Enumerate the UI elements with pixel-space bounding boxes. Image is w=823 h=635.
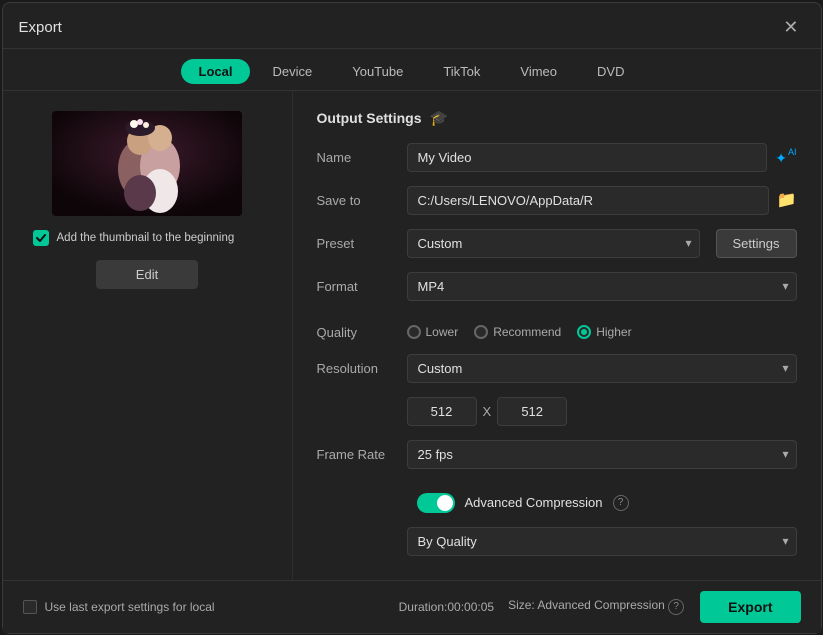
- quality-recommend-label: Recommend: [493, 325, 561, 339]
- tab-vimeo[interactable]: Vimeo: [502, 59, 575, 84]
- quality-recommend-radio[interactable]: [474, 325, 488, 339]
- resolution-width-input[interactable]: [407, 397, 477, 426]
- settings-button[interactable]: Settings: [716, 229, 797, 258]
- preset-control: Custom Settings: [407, 229, 797, 258]
- quality-recommend[interactable]: Recommend: [474, 325, 561, 339]
- resolution-values-row: X: [317, 397, 797, 426]
- quality-radio-group: Lower Recommend Higher: [407, 325, 632, 339]
- resolution-select-wrapper: Custom: [407, 354, 797, 383]
- frame-rate-select-wrapper: 25 fps: [407, 440, 797, 469]
- quality-lower[interactable]: Lower: [407, 325, 459, 339]
- tab-local[interactable]: Local: [181, 59, 251, 84]
- resolution-control: Custom: [407, 354, 797, 383]
- duration-text: Duration:00:00:05: [399, 600, 494, 614]
- tab-youtube[interactable]: YouTube: [334, 59, 421, 84]
- resolution-height-input[interactable]: [497, 397, 567, 426]
- by-quality-select[interactable]: By Quality: [407, 527, 797, 556]
- resolution-values-control: X: [407, 397, 797, 426]
- tab-dvd[interactable]: DVD: [579, 59, 642, 84]
- ai-icon[interactable]: ✦AI: [775, 147, 796, 168]
- close-button[interactable]: ✕: [777, 15, 804, 40]
- footer-left: Use last export settings for local: [23, 600, 215, 614]
- quality-higher-radio[interactable]: [577, 325, 591, 339]
- title-bar: Export ✕: [3, 3, 821, 49]
- output-settings-info-icon[interactable]: 🎓: [430, 109, 449, 127]
- resolution-row: Resolution Custom: [317, 354, 797, 383]
- frame-rate-control: 25 fps: [407, 440, 797, 469]
- quality-control: Lower Recommend Higher: [407, 325, 797, 339]
- edit-button[interactable]: Edit: [96, 260, 198, 289]
- x-separator: X: [483, 404, 492, 419]
- by-quality-select-wrapper: By Quality: [407, 527, 797, 556]
- by-quality-control: By Quality: [407, 527, 797, 556]
- tab-tiktok[interactable]: TikTok: [425, 59, 498, 84]
- quality-label: Quality: [317, 325, 407, 340]
- export-button[interactable]: Export: [700, 591, 800, 623]
- footer-info: Duration:00:00:05 Size: Advanced Compres…: [399, 598, 685, 615]
- tab-device[interactable]: Device: [254, 59, 330, 84]
- frame-rate-label: Frame Rate: [317, 447, 407, 462]
- by-quality-row: By Quality: [317, 527, 797, 556]
- thumbnail-label: Add the thumbnail to the beginning: [57, 232, 235, 244]
- left-panel: Add the thumbnail to the beginning Edit: [3, 91, 293, 580]
- resolution-select[interactable]: Custom: [407, 354, 797, 383]
- preset-select-wrapper: Custom: [407, 229, 700, 258]
- advanced-compression-label: Advanced Compression: [465, 495, 603, 510]
- use-last-settings-label: Use last export settings for local: [45, 600, 215, 614]
- export-dialog: Export ✕ Local Device YouTube TikTok Vim…: [2, 2, 822, 634]
- frame-rate-row: Frame Rate 25 fps: [317, 440, 797, 469]
- format-label: Format: [317, 279, 407, 294]
- use-last-settings-checkbox[interactable]: [23, 600, 37, 614]
- preset-select[interactable]: Custom: [407, 229, 700, 258]
- footer: Use last export settings for local Durat…: [3, 580, 821, 633]
- advanced-compression-help-icon[interactable]: ?: [613, 495, 629, 511]
- advanced-compression-row: Advanced Compression ?: [317, 493, 797, 513]
- thumbnail-checkbox[interactable]: [33, 230, 49, 246]
- quality-higher[interactable]: Higher: [577, 325, 631, 339]
- resolution-inputs: X: [407, 397, 568, 426]
- size-text: Size: Advanced Compression ?: [508, 598, 684, 615]
- thumbnail-checkbox-row[interactable]: Add the thumbnail to the beginning: [23, 230, 235, 246]
- quality-higher-label: Higher: [596, 325, 631, 339]
- name-row: Name ✦AI: [317, 143, 797, 172]
- footer-right: Duration:00:00:05 Size: Advanced Compres…: [399, 591, 801, 623]
- name-input[interactable]: [407, 143, 768, 172]
- save-to-label: Save to: [317, 193, 407, 208]
- advanced-compression-toggle[interactable]: [417, 493, 455, 513]
- frame-rate-select[interactable]: 25 fps: [407, 440, 797, 469]
- save-to-control: C:/Users/LENOVO/AppData/R 📁: [407, 186, 797, 215]
- preview-thumbnail: [52, 111, 242, 216]
- dialog-title: Export: [19, 19, 62, 36]
- name-label: Name: [317, 150, 407, 165]
- main-content: Add the thumbnail to the beginning Edit …: [3, 91, 821, 580]
- quality-lower-radio[interactable]: [407, 325, 421, 339]
- tab-bar: Local Device YouTube TikTok Vimeo DVD: [3, 49, 821, 91]
- save-to-row: Save to C:/Users/LENOVO/AppData/R 📁: [317, 186, 797, 215]
- quality-row: Quality Lower Recommend High: [317, 325, 797, 340]
- quality-lower-label: Lower: [426, 325, 459, 339]
- preset-label: Preset: [317, 236, 407, 251]
- name-control: ✦AI: [407, 143, 797, 172]
- resolution-label: Resolution: [317, 361, 407, 376]
- path-input: C:/Users/LENOVO/AppData/R: [407, 186, 769, 215]
- format-control: MP4: [407, 272, 797, 301]
- preset-row: Preset Custom Settings: [317, 229, 797, 258]
- right-panel: Output Settings 🎓 Name ✦AI Save to C:/Us…: [293, 91, 821, 580]
- folder-icon[interactable]: 📁: [777, 190, 797, 210]
- format-row: Format MP4: [317, 272, 797, 301]
- output-settings-title: Output Settings 🎓: [317, 109, 797, 127]
- format-select-wrapper: MP4: [407, 272, 797, 301]
- size-help-icon[interactable]: ?: [668, 599, 684, 615]
- format-select[interactable]: MP4: [407, 272, 797, 301]
